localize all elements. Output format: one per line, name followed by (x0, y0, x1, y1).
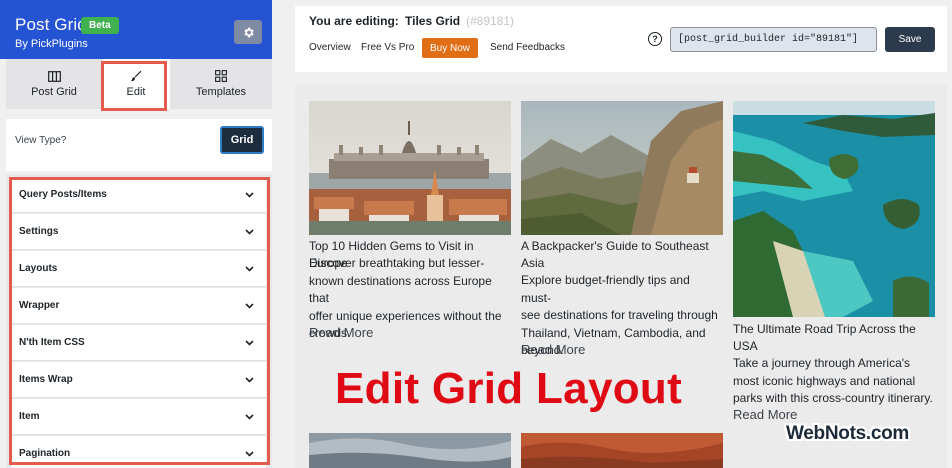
panel-label: N'th Item CSS (19, 337, 85, 348)
card-excerpt-line: most iconic highways and national (733, 373, 916, 388)
editing-label: You are editing: (309, 14, 399, 28)
panel-wrapper[interactable]: Wrapper (12, 288, 266, 324)
columns-icon (47, 70, 61, 82)
tab-edit[interactable]: Edit (102, 59, 170, 109)
panel-item[interactable]: Item (12, 399, 266, 435)
settings-gear-button[interactable] (234, 20, 262, 44)
panel-label: Pagination (19, 448, 71, 459)
beta-badge: Beta (81, 17, 119, 34)
card-image-partial (521, 433, 723, 468)
card-image-partial (309, 433, 511, 468)
nav-free-vs-pro-link[interactable]: Free Vs Pro (361, 42, 414, 53)
read-more-link[interactable]: Read More (309, 325, 373, 340)
panel-query-posts[interactable]: Query Posts/Items (12, 177, 266, 213)
card-title-line: The Ultimate Road Trip Across the (733, 322, 916, 336)
chevron-down-icon (245, 339, 254, 346)
chevron-down-icon (245, 450, 254, 457)
chevron-down-icon (245, 413, 254, 420)
card-excerpt-line: Thailand, Vietnam, Cambodia, and (521, 325, 706, 340)
card-excerpt-line: offer unique experiences without the (309, 308, 502, 323)
tab-post-grid-label: Post Grid (31, 85, 77, 98)
brand-subtitle: By PickPlugins (15, 38, 88, 50)
sidebar-tabs: Post Grid Edit Templates (6, 59, 272, 109)
nav-overview-link[interactable]: Overview (309, 42, 351, 53)
panel-label: Item (19, 411, 40, 422)
card-excerpt-line: known destinations across Europe that (309, 273, 492, 306)
view-type-label: View Type? (15, 135, 67, 146)
panel-nth-item-css[interactable]: N'th Item CSS (12, 325, 266, 361)
grid-card[interactable]: A Backpacker's Guide to Southeast Asia E… (521, 101, 723, 379)
chevron-down-icon (245, 191, 254, 198)
grid-icon (215, 70, 227, 82)
sidebar: Post Grid Beta By PickPlugins Post Grid … (0, 0, 272, 468)
editing-grid-id: (#89181) (466, 14, 515, 28)
chevron-down-icon (245, 302, 254, 309)
brand-title: Post Grid (15, 15, 87, 34)
card-title-line: USA (733, 339, 758, 353)
view-type-section: View Type? Grid (6, 119, 272, 171)
card-image-budapest (309, 101, 511, 235)
settings-panels: Query Posts/Items Settings Layouts Wrapp… (6, 174, 272, 468)
chevron-down-icon (245, 265, 254, 272)
brand-header: Post Grid Beta By PickPlugins (0, 0, 272, 59)
card-excerpt-line: parks with this cross-country itinerary. (733, 391, 933, 405)
card-image-cliffs (521, 101, 723, 235)
card-excerpt-line: Take a journey through America's (733, 356, 911, 370)
panel-label: Items Wrap (19, 374, 73, 385)
card-excerpt-line: see destinations for traveling through (521, 308, 718, 322)
editor-topbar: You are editing: Tiles Grid (#89181) Ove… (295, 6, 947, 72)
grid-card[interactable]: Top 10 Hidden Gems to Visit in Europe Di… (309, 101, 511, 361)
tab-post-grid[interactable]: Post Grid (6, 59, 102, 109)
card-title[interactable]: The Ultimate Road Trip Across the USA (733, 321, 935, 355)
panel-label: Layouts (19, 263, 58, 274)
card-title[interactable]: A Backpacker's Guide to Southeast Asia (521, 238, 723, 272)
panel-label: Settings (19, 226, 59, 237)
editing-grid-name: Tiles Grid (405, 14, 461, 28)
panel-label: Wrapper (19, 300, 60, 311)
card-title-line: Asia (521, 256, 545, 270)
panel-pagination[interactable]: Pagination (12, 436, 266, 468)
read-more-link[interactable]: Read More (733, 407, 797, 422)
gear-icon (243, 27, 254, 37)
panel-label: Query Posts/Items (19, 189, 107, 200)
watermark-text: WebNots.com (786, 423, 910, 444)
card-title-line: A Backpacker's Guide to Southeast (521, 239, 709, 253)
panel-items-wrap[interactable]: Items Wrap (12, 362, 266, 398)
brush-icon (130, 70, 142, 82)
grid-view-button[interactable]: Grid (220, 126, 264, 154)
chevron-down-icon (245, 228, 254, 235)
overlay-annotation-title: Edit Grid Layout (335, 364, 683, 413)
chevron-down-icon (245, 376, 254, 383)
tab-edit-label: Edit (126, 86, 146, 98)
tab-templates-label: Templates (195, 86, 247, 98)
read-more-link[interactable]: Read More (521, 342, 585, 357)
card-excerpt: Take a journey through America's most ic… (733, 355, 935, 408)
panel-settings[interactable]: Settings (12, 214, 266, 250)
grid-card[interactable]: The Ultimate Road Trip Across the USA Ta… (733, 101, 935, 422)
card-excerpt-line: Discover breathtaking but lesser- (309, 256, 485, 270)
buy-now-button[interactable]: Buy Now (422, 38, 479, 58)
help-icon[interactable]: ? (648, 32, 662, 46)
shortcode-field[interactable]: [post_grid_builder id="89181"] (670, 27, 877, 52)
nav-send-feedbacks-link[interactable]: Send Feedbacks (490, 42, 565, 53)
save-button[interactable]: Save (885, 27, 935, 52)
panel-layouts[interactable]: Layouts (12, 251, 266, 287)
card-image-islands (733, 101, 935, 317)
tab-templates[interactable]: Templates (170, 59, 272, 109)
card-excerpt-line: Explore budget-friendly tips and must- (521, 273, 690, 305)
